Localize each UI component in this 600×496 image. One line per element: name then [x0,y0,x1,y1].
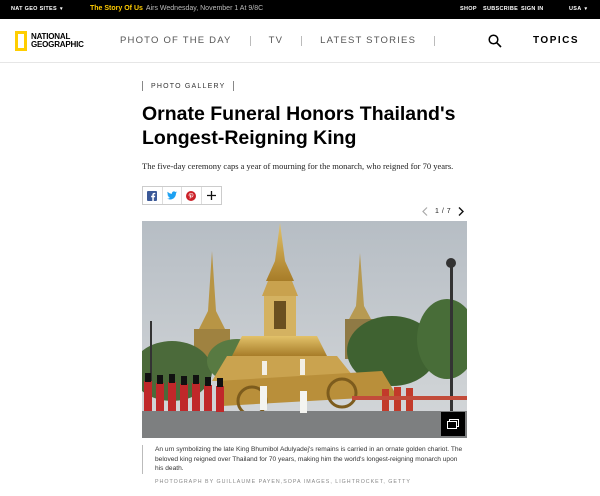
sign-in-link[interactable]: SIGN IN [521,6,544,12]
top-utility-bar: NAT GEO SITES ▾ The Story Of Us Airs Wedne… [0,0,600,19]
main-navigation: NATIONAL GEOGRAPHIC PHOTO OF THE DAY TV … [0,19,600,63]
more-share-button[interactable] [202,187,222,204]
twitter-share-button[interactable] [163,187,182,204]
region-selector[interactable]: USA ▾ [569,6,587,12]
article-dek: The five-day ceremony caps a year of mou… [142,161,454,171]
subscribe-link[interactable]: SUBSCRIBE [483,6,518,12]
tv-promo[interactable]: The Story Of Us Airs Wednesday, November … [90,5,263,12]
article-headline: Ornate Funeral Honors Thailand's Longest… [142,103,456,149]
facebook-share-button[interactable] [143,187,163,204]
promo-airtime: Airs Wednesday, November 1 At 9/8C [145,5,264,12]
kicker-divider [233,81,235,91]
gallery-current: 1 [435,207,440,215]
shop-link[interactable]: SHOP [460,6,477,12]
nav-tv[interactable]: TV [269,35,284,46]
nav-divider [249,35,251,46]
yellow-border-icon [15,31,27,51]
fullscreen-button[interactable] [441,412,465,436]
search-icon[interactable] [488,34,502,48]
previous-arrow-icon[interactable] [420,206,430,216]
promo-show-title[interactable]: The Story Of Us [90,5,143,12]
facebook-icon [147,190,158,201]
photo-credit: PHOTOGRAPH BY GUILLAUME PAYEN,SOPA IMAGE… [155,479,411,485]
caret-down-icon: ▾ [584,6,588,12]
royal-chariot-photo [142,221,467,438]
logo-wordmark: NATIONAL GEOGRAPHIC [31,32,84,50]
plus-icon [206,191,216,200]
photo-caption: An urn symbolizing the late King Bhumibo… [142,445,467,474]
gallery-pager: 1 / 7 [420,206,466,216]
twitter-icon [166,191,177,200]
gallery-total: 7 [446,207,452,215]
next-arrow-icon[interactable] [456,206,466,216]
topics-menu-button[interactable]: TOPICS [533,35,579,46]
share-toolbar [142,186,222,205]
nav-divider [301,35,303,46]
section-kicker: PHOTO GALLERY [142,81,235,91]
nav-links: PHOTO OF THE DAY TV LATEST STORIES [120,35,453,46]
nav-divider [434,35,436,46]
pinterest-share-button[interactable] [182,187,202,204]
national-geographic-logo[interactable]: NATIONAL GEOGRAPHIC [15,29,84,53]
nav-latest-stories[interactable]: LATEST STORIES [320,35,416,46]
caret-down-icon: ▾ [59,6,63,12]
kicker-divider [142,81,143,91]
logo-line-2: GEOGRAPHIC [31,40,84,49]
expand-icon [447,419,459,429]
kicker-label[interactable]: PHOTO GALLERY [151,83,225,90]
nav-photo-of-the-day[interactable]: PHOTO OF THE DAY [120,35,232,46]
nat-geo-sites-label: NAT GEO SITES [11,6,57,12]
gallery-separator: / [441,207,445,215]
gallery-photo[interactable] [142,221,467,438]
gallery-counter: 1 / 7 [435,208,451,215]
pinterest-icon [186,190,197,201]
nat-geo-sites-menu[interactable]: NAT GEO SITES ▾ [11,6,63,12]
region-label: USA [569,6,582,12]
